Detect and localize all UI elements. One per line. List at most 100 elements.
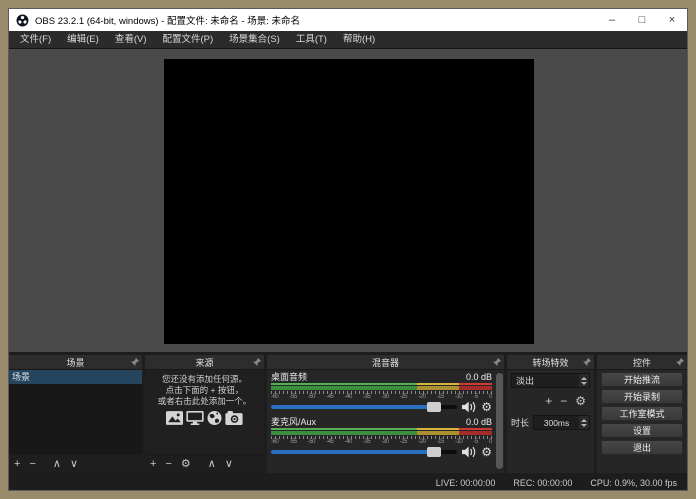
- mixer-panel-header[interactable]: 混音器: [267, 355, 504, 370]
- mixer-body: 桌面音频 0.0 dB -60-55-50-45-40-35-30-25-20-…: [267, 370, 504, 473]
- spinbox-arrows[interactable]: [579, 416, 589, 429]
- mixer-channel-mic-aux: 麦克风/Aux 0.0 dB -60-55-50-45-40-35-30-25-…: [271, 417, 492, 459]
- add-scene-button[interactable]: +: [14, 455, 20, 473]
- status-bar: LIVE: 00:00:00 REC: 00:00:00 CPU: 0.9%, …: [9, 476, 687, 490]
- live-time-status: LIVE: 00:00:00: [436, 478, 496, 488]
- image-source-icon: [166, 411, 183, 425]
- transition-properties-button[interactable]: ⚙: [575, 392, 586, 410]
- scenes-panel-header[interactable]: 场景: [9, 355, 142, 370]
- volume-meter: [271, 383, 492, 385]
- pin-icon[interactable]: [131, 358, 139, 366]
- transition-select[interactable]: 淡出: [511, 373, 590, 388]
- arrow-down-icon: [581, 424, 587, 427]
- sources-empty-line: 或者右击此处添加一个。: [158, 396, 252, 407]
- channel-name: 麦克风/Aux: [271, 417, 316, 428]
- controls-panel-title: 控件: [633, 356, 651, 369]
- desktop: { "window": { "title": "OBS 23.2.1 (64-b…: [0, 0, 696, 499]
- rec-time-status: REC: 00:00:00: [513, 478, 572, 488]
- scene-up-button[interactable]: ∧: [53, 455, 61, 473]
- camera-source-icon: [225, 411, 243, 425]
- transitions-panel-header[interactable]: 转场特效: [507, 355, 594, 370]
- duration-row: 时长 300ms: [511, 415, 590, 430]
- maximize-button[interactable]: □: [627, 9, 657, 31]
- scenes-panel: 场景 场景 + − ∧ ∨: [9, 355, 142, 473]
- program-canvas: [164, 59, 534, 344]
- display-source-icon: [186, 411, 204, 425]
- menu-scene-collection[interactable]: 场景集合(S): [221, 31, 288, 49]
- scenes-panel-title: 场景: [66, 356, 84, 369]
- source-type-icons: [166, 411, 243, 425]
- pin-icon[interactable]: [493, 358, 501, 366]
- window-controls: – □ ×: [597, 9, 687, 31]
- menu-help[interactable]: 帮助(H): [335, 31, 383, 49]
- controls-panel-header[interactable]: 控件: [597, 355, 687, 370]
- start-streaming-button[interactable]: 开始推流: [601, 372, 683, 387]
- menu-view[interactable]: 查看(V): [107, 31, 155, 49]
- pin-icon[interactable]: [253, 358, 261, 366]
- arrow-up-icon: [581, 377, 587, 380]
- menu-file[interactable]: 文件(F): [12, 31, 59, 49]
- exit-button[interactable]: 退出: [601, 440, 683, 455]
- channel-settings-gear-icon[interactable]: ⚙: [481, 400, 492, 414]
- remove-source-button[interactable]: −: [165, 455, 171, 473]
- menu-profile[interactable]: 配置文件(P): [154, 31, 221, 49]
- minimize-button[interactable]: –: [597, 9, 627, 31]
- scene-list: 场景: [9, 370, 142, 454]
- volume-slider[interactable]: [271, 405, 457, 409]
- pin-icon[interactable]: [676, 358, 684, 366]
- source-down-button[interactable]: ∨: [225, 455, 233, 473]
- transition-selected-value: 淡出: [512, 374, 579, 387]
- combobox-arrows[interactable]: [579, 374, 589, 387]
- studio-mode-button[interactable]: 工作室模式: [601, 406, 683, 421]
- volume-meter: [271, 428, 492, 430]
- controls-body: 开始推流 开始录制 工作室模式 设置 退出: [597, 370, 687, 473]
- source-properties-button[interactable]: ⚙: [181, 455, 191, 473]
- settings-button[interactable]: 设置: [601, 423, 683, 438]
- sources-panel: 来源 您还没有添加任何源。 点击下面的 + 按钮， 或者右击此处添加一个。: [145, 355, 264, 473]
- channel-name: 桌面音频: [271, 372, 307, 383]
- transitions-panel: 转场特效 淡出 + − ⚙ 时长: [507, 355, 594, 473]
- add-transition-button[interactable]: +: [545, 392, 552, 410]
- remove-transition-button[interactable]: −: [560, 392, 567, 410]
- source-up-button[interactable]: ∧: [208, 455, 216, 473]
- volume-meter: [271, 386, 492, 390]
- start-recording-button[interactable]: 开始录制: [601, 389, 683, 404]
- title-bar: OBS 23.2.1 (64-bit, windows) - 配置文件: 未命名…: [9, 9, 687, 31]
- scenes-toolbar: + − ∧ ∨: [9, 454, 142, 473]
- volume-slider[interactable]: [271, 450, 457, 454]
- menu-edit[interactable]: 编辑(E): [59, 31, 107, 49]
- close-button[interactable]: ×: [657, 9, 687, 31]
- obs-window: OBS 23.2.1 (64-bit, windows) - 配置文件: 未命名…: [8, 8, 688, 491]
- add-source-button[interactable]: +: [150, 455, 156, 473]
- mixer-scrollbar[interactable]: [496, 372, 503, 470]
- window-title: OBS 23.2.1 (64-bit, windows) - 配置文件: 未命名…: [35, 13, 300, 27]
- sources-empty-state[interactable]: 您还没有添加任何源。 点击下面的 + 按钮， 或者右击此处添加一个。: [145, 370, 264, 454]
- menu-tools[interactable]: 工具(T): [288, 31, 335, 49]
- remove-scene-button[interactable]: −: [29, 455, 35, 473]
- transition-buttons: + − ⚙: [511, 388, 590, 413]
- volume-slider-handle[interactable]: [427, 447, 441, 457]
- volume-slider-handle[interactable]: [427, 402, 441, 412]
- arrow-down-icon: [581, 382, 587, 385]
- volume-meter: [271, 431, 492, 435]
- mixer-channel-desktop-audio: 桌面音频 0.0 dB -60-55-50-45-40-35-30-25-20-…: [271, 372, 492, 414]
- channel-settings-gear-icon[interactable]: ⚙: [481, 445, 492, 459]
- mixer-panel: 混音器 桌面音频 0.0 dB -60-55-50-45-40-35-30-25…: [267, 355, 504, 473]
- dock-row: 场景 场景 + − ∧ ∨ 来源 您还没有添加任何源。 点击下面的 + 按钮，: [9, 352, 687, 476]
- arrow-up-icon: [581, 419, 587, 422]
- controls-panel: 控件 开始推流 开始录制 工作室模式 设置 退出: [597, 355, 687, 473]
- transitions-body: 淡出 + − ⚙ 时长 300ms: [507, 370, 594, 473]
- duration-value: 300ms: [534, 418, 579, 428]
- speaker-icon[interactable]: [462, 446, 476, 458]
- channel-db-value: 0.0 dB: [466, 372, 492, 383]
- browser-source-icon: [207, 411, 222, 425]
- pin-icon[interactable]: [583, 358, 591, 366]
- sources-panel-header[interactable]: 来源: [145, 355, 264, 370]
- scene-list-item[interactable]: 场景: [9, 370, 142, 384]
- speaker-icon[interactable]: [462, 401, 476, 413]
- obs-logo-icon: [16, 14, 29, 27]
- duration-spinbox[interactable]: 300ms: [533, 415, 590, 430]
- scene-down-button[interactable]: ∨: [70, 455, 78, 473]
- sources-panel-title: 来源: [195, 356, 213, 369]
- scrollbar-thumb[interactable]: [496, 373, 503, 469]
